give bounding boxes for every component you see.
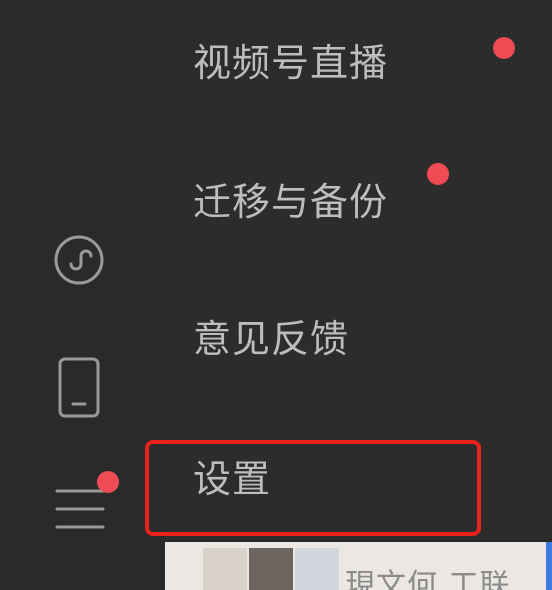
mini-program-icon[interactable] <box>52 233 106 287</box>
menu-icon[interactable] <box>55 485 105 533</box>
menu-item-channels-live[interactable]: 视频号直播 <box>193 44 388 82</box>
menu-item-migrate-backup[interactable]: 迁移与备份 <box>193 183 388 221</box>
menu-notification-dot <box>97 471 119 493</box>
menu-item-feedback[interactable]: 意见反馈 <box>193 320 349 358</box>
thumbnail-image <box>295 548 339 590</box>
notification-dot <box>427 163 449 185</box>
blue-edge <box>546 542 552 590</box>
settings-highlight-box <box>145 440 481 536</box>
notification-dot <box>493 37 515 59</box>
background-text-snippet: 現文何 工联 <box>345 568 511 590</box>
thumbnail-image <box>249 548 293 590</box>
phone-icon[interactable] <box>55 356 103 420</box>
background-chat-content: 現文何 工联 <box>165 542 552 590</box>
thumbnail-image <box>203 548 247 590</box>
